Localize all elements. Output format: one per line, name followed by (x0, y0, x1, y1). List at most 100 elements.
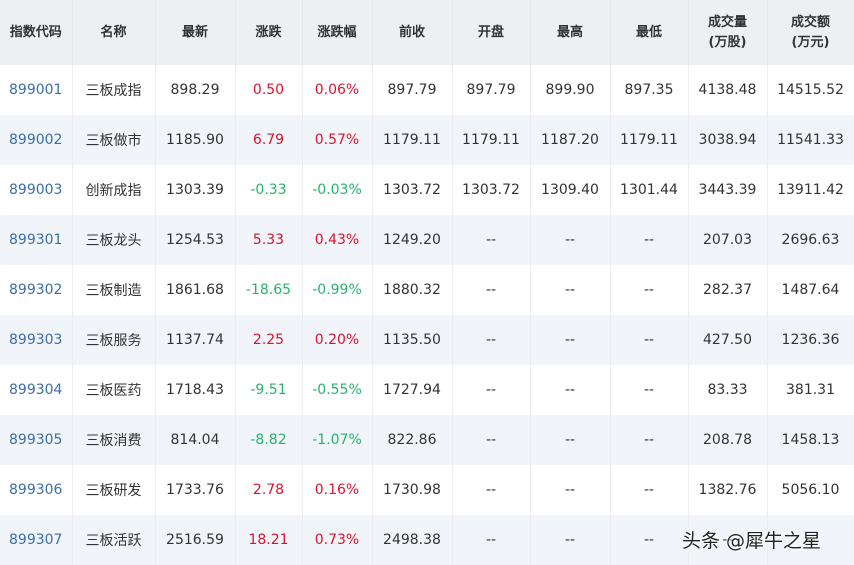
cell-volume: 4138.48 (688, 65, 768, 115)
cell-prev-close: 1303.72 (372, 165, 453, 215)
watermark: 头条 @犀牛之星 (682, 530, 822, 552)
cell-change: -9.51 (235, 365, 303, 415)
table-row[interactable]: 899303 三板服务 1137.74 2.25 0.20% 1135.50 -- -- -- 4… (0, 315, 854, 365)
cell-amount: 1458.13 (767, 415, 854, 465)
cell-name: 三板服务 (72, 315, 156, 365)
cell-code[interactable]: 899302 (0, 265, 73, 315)
cell-prev-close: 1249.20 (372, 215, 453, 265)
cell-latest: 1303.39 (155, 165, 236, 215)
cell-low: -- (610, 315, 689, 365)
cell-change: 5.33 (235, 215, 303, 265)
cell-change-pct: 0.20% (302, 315, 373, 365)
cell-change-pct: 0.73% (302, 515, 373, 565)
table-row[interactable]: 899001 三板成指 898.29 0.50 0.06% 897.79 897.79 899… (0, 65, 854, 115)
table-row[interactable]: 899002 三板做市 1185.90 6.79 0.57% 1179.11 1179.11… (0, 115, 854, 165)
cell-open: -- (452, 515, 531, 565)
cell-open: -- (452, 265, 531, 315)
cell-name: 三板医药 (72, 365, 156, 415)
cell-code[interactable]: 899303 (0, 315, 73, 365)
cell-prev-close: 822.86 (372, 415, 453, 465)
cell-latest: 1254.53 (155, 215, 236, 265)
cell-code[interactable]: 899305 (0, 415, 73, 465)
header-name[interactable]: 名称 (72, 0, 156, 65)
cell-code[interactable]: 899001 (0, 65, 73, 115)
cell-change-pct: 0.06% (302, 65, 373, 115)
table-row[interactable]: 899003 创新成指 1303.39 -0.33 -0.03% 1303.72 1303.… (0, 165, 854, 215)
cell-name: 三板研发 (72, 465, 156, 515)
cell-change: 18.21 (235, 515, 303, 565)
cell-prev-close: 1727.94 (372, 365, 453, 415)
cell-low: -- (610, 465, 689, 515)
cell-change-pct: 0.43% (302, 215, 373, 265)
cell-change: 6.79 (235, 115, 303, 165)
header-prev-close[interactable]: 前收 (372, 0, 453, 65)
table-header: 指数代码 名称 最新 涨跌 涨跌幅 前收 开盘 最高 最低 成交量 (万股) 成交额 (万元) (0, 0, 854, 65)
table-row[interactable]: 899306 三板研发 1733.76 2.78 0.16% 1730.98 -- -- -- 1… (0, 465, 854, 515)
cell-high: -- (530, 465, 611, 515)
cell-code[interactable]: 899002 (0, 115, 73, 165)
cell-change-pct: 0.57% (302, 115, 373, 165)
cell-change-pct: -0.99% (302, 265, 373, 315)
header-open[interactable]: 开盘 (452, 0, 531, 65)
cell-name: 三板制造 (72, 265, 156, 315)
table-row[interactable]: 899304 三板医药 1718.43 -9.51 -0.55% 1727.94 -- -- -… (0, 365, 854, 415)
header-change[interactable]: 涨跌 (235, 0, 303, 65)
cell-change: 2.78 (235, 465, 303, 515)
cell-code[interactable]: 899304 (0, 365, 73, 415)
table-row[interactable]: 899302 三板制造 1861.68 -18.65 -0.99% 1880.32 -- --… (0, 265, 854, 315)
cell-prev-close: 1135.50 (372, 315, 453, 365)
header-latest[interactable]: 最新 (155, 0, 236, 65)
cell-prev-close: 2498.38 (372, 515, 453, 565)
cell-high: -- (530, 215, 611, 265)
cell-low: -- (610, 365, 689, 415)
table-row[interactable]: 899305 三板消费 814.04 -8.82 -1.07% 822.86 -- -- -- 2… (0, 415, 854, 465)
cell-latest: 1718.43 (155, 365, 236, 415)
cell-prev-close: 1730.98 (372, 465, 453, 515)
cell-volume: 3443.39 (688, 165, 768, 215)
cell-change: 2.25 (235, 315, 303, 365)
cell-latest: 2516.59 (155, 515, 236, 565)
header-volume[interactable]: 成交量 (万股) (688, 0, 768, 65)
cell-amount: 14515.52 (767, 65, 854, 115)
cell-high: 1187.20 (530, 115, 611, 165)
cell-open: -- (452, 215, 531, 265)
cell-high: 1309.40 (530, 165, 611, 215)
cell-amount: 11541.33 (767, 115, 854, 165)
cell-change-pct: -1.07% (302, 415, 373, 465)
cell-open: 1303.72 (452, 165, 531, 215)
cell-code[interactable]: 899307 (0, 515, 73, 565)
cell-code[interactable]: 899301 (0, 215, 73, 265)
cell-low: 1179.11 (610, 115, 689, 165)
header-code[interactable]: 指数代码 (0, 0, 73, 65)
table-row[interactable]: 899301 三板龙头 1254.53 5.33 0.43% 1249.20 -- -- -- 2… (0, 215, 854, 265)
cell-prev-close: 897.79 (372, 65, 453, 115)
cell-change: -18.65 (235, 265, 303, 315)
cell-high: -- (530, 515, 611, 565)
cell-low: -- (610, 215, 689, 265)
cell-code[interactable]: 899306 (0, 465, 73, 515)
cell-name: 三板龙头 (72, 215, 156, 265)
cell-open: -- (452, 365, 531, 415)
cell-prev-close: 1179.11 (372, 115, 453, 165)
cell-prev-close: 1880.32 (372, 265, 453, 315)
header-high[interactable]: 最高 (530, 0, 611, 65)
cell-change: -0.33 (235, 165, 303, 215)
cell-high: -- (530, 365, 611, 415)
header-low[interactable]: 最低 (610, 0, 689, 65)
cell-high: 899.90 (530, 65, 611, 115)
index-quote-table: 指数代码 名称 最新 涨跌 涨跌幅 前收 开盘 最高 最低 成交量 (万股) 成交额 (万元) 8990… (0, 0, 854, 565)
cell-volume: 207.03 (688, 215, 768, 265)
header-amount[interactable]: 成交额 (万元) (767, 0, 854, 65)
header-change-pct[interactable]: 涨跌幅 (302, 0, 373, 65)
cell-amount: 2696.63 (767, 215, 854, 265)
cell-volume: 83.33 (688, 365, 768, 415)
cell-change: 0.50 (235, 65, 303, 115)
cell-latest: 1137.74 (155, 315, 236, 365)
cell-high: -- (530, 265, 611, 315)
cell-volume: 208.78 (688, 415, 768, 465)
cell-name: 三板消费 (72, 415, 156, 465)
cell-volume: 427.50 (688, 315, 768, 365)
cell-code[interactable]: 899003 (0, 165, 73, 215)
cell-open: -- (452, 315, 531, 365)
cell-low: -- (610, 265, 689, 315)
